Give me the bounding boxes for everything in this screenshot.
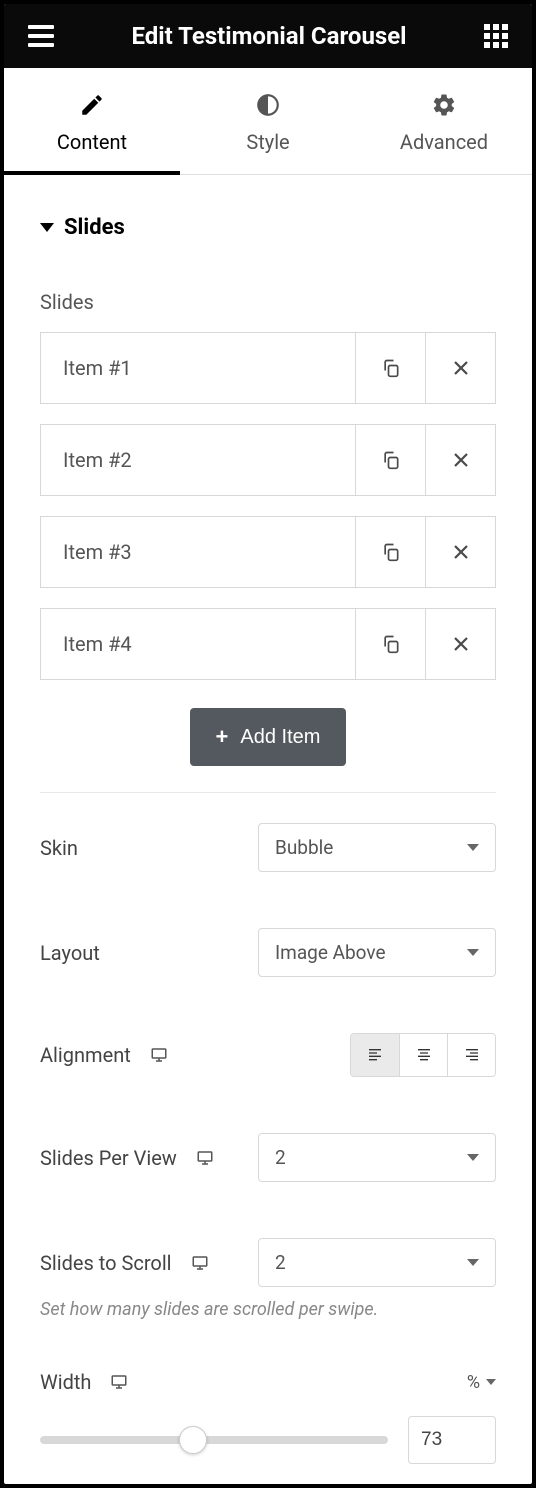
section-title: Slides (64, 215, 125, 240)
remove-button[interactable] (425, 609, 495, 679)
item-name[interactable]: Item #1 (41, 333, 355, 403)
tab-content[interactable]: Content (4, 68, 180, 174)
pencil-icon (79, 92, 105, 118)
item-name[interactable]: Item #2 (41, 425, 355, 495)
slides-to-scroll-label: Slides to Scroll (40, 1251, 172, 1275)
chevron-down-icon (467, 1259, 479, 1266)
list-item: Item #3 (40, 516, 496, 588)
tab-label: Content (57, 130, 127, 154)
editor-panel: Edit Testimonial Carousel Content Style … (4, 4, 532, 1484)
skin-select[interactable]: Bubble (258, 823, 496, 872)
width-label: Width (40, 1370, 91, 1394)
width-slider-row (40, 1416, 496, 1464)
item-name[interactable]: Item #3 (41, 517, 355, 587)
select-value: 2 (275, 1146, 286, 1169)
plus-icon: + (216, 724, 229, 750)
slides-per-view-select[interactable]: 2 (258, 1133, 496, 1182)
tabs: Content Style Advanced (4, 68, 532, 175)
desktop-icon[interactable] (149, 1046, 169, 1064)
slides-to-scroll-control: Slides to Scroll 2 (40, 1238, 496, 1287)
slides-per-view-control: Slides Per View 2 (40, 1133, 496, 1182)
duplicate-button[interactable] (355, 425, 425, 495)
add-item-label: Add Item (240, 726, 320, 749)
copy-icon (381, 357, 401, 379)
tab-style[interactable]: Style (180, 68, 356, 174)
caret-down-icon (40, 223, 54, 232)
list-item: Item #2 (40, 424, 496, 496)
slides-label: Slides (40, 290, 496, 314)
select-value: 2 (275, 1251, 286, 1274)
content-area: Slides Slides Item #1 Item #2 (4, 175, 532, 1484)
panel-title: Edit Testimonial Carousel (54, 22, 484, 50)
list-item: Item #4 (40, 608, 496, 680)
close-icon (452, 543, 470, 561)
remove-button[interactable] (425, 425, 495, 495)
menu-icon[interactable] (28, 25, 54, 47)
remove-button[interactable] (425, 333, 495, 403)
slides-items-list: Item #1 Item #2 Item #3 (40, 332, 496, 680)
gear-icon (431, 92, 457, 118)
unit-value: % (467, 1372, 480, 1393)
select-value: Bubble (275, 836, 333, 859)
add-item-button[interactable]: + Add Item (190, 708, 347, 766)
close-icon (452, 451, 470, 469)
duplicate-button[interactable] (355, 609, 425, 679)
chevron-down-icon (467, 949, 479, 956)
duplicate-button[interactable] (355, 517, 425, 587)
copy-icon (381, 541, 401, 563)
duplicate-button[interactable] (355, 333, 425, 403)
align-right-button[interactable] (447, 1034, 495, 1076)
slides-to-scroll-helper: Set how many slides are scrolled per swi… (40, 1299, 496, 1320)
layout-select[interactable]: Image Above (258, 928, 496, 977)
close-icon (452, 359, 470, 377)
apps-icon[interactable] (484, 24, 508, 48)
list-item: Item #1 (40, 332, 496, 404)
chevron-down-icon (467, 1154, 479, 1161)
tab-advanced[interactable]: Advanced (356, 68, 532, 174)
remove-button[interactable] (425, 517, 495, 587)
item-name[interactable]: Item #4 (41, 609, 355, 679)
width-slider[interactable] (40, 1436, 388, 1444)
copy-icon (381, 449, 401, 471)
alignment-control: Alignment (40, 1033, 496, 1077)
panel-header: Edit Testimonial Carousel (4, 4, 532, 68)
close-icon (452, 635, 470, 653)
alignment-group (350, 1033, 496, 1077)
align-center-button[interactable] (399, 1034, 447, 1076)
width-control-header: Width % (40, 1370, 496, 1394)
select-value: Image Above (275, 941, 386, 964)
skin-label: Skin (40, 836, 78, 860)
align-right-icon (462, 1047, 482, 1063)
align-left-button[interactable] (351, 1034, 399, 1076)
width-unit-select[interactable]: % (467, 1372, 496, 1393)
chevron-down-icon (486, 1379, 496, 1385)
align-center-icon (414, 1047, 434, 1063)
skin-control: Skin Bubble (40, 823, 496, 872)
divider (40, 792, 496, 793)
slider-thumb[interactable] (179, 1426, 207, 1454)
desktop-icon[interactable] (190, 1254, 210, 1272)
slides-to-scroll-select[interactable]: 2 (258, 1238, 496, 1287)
contrast-icon (255, 92, 281, 118)
layout-control: Layout Image Above (40, 928, 496, 977)
tab-label: Style (246, 130, 289, 154)
section-slides-header[interactable]: Slides (40, 215, 496, 240)
tab-label: Advanced (400, 130, 488, 154)
desktop-icon[interactable] (195, 1149, 215, 1167)
desktop-icon[interactable] (109, 1373, 129, 1391)
copy-icon (381, 633, 401, 655)
width-input[interactable] (408, 1416, 496, 1464)
alignment-label: Alignment (40, 1043, 131, 1067)
layout-label: Layout (40, 941, 100, 965)
align-left-icon (365, 1047, 385, 1063)
chevron-down-icon (467, 844, 479, 851)
slides-per-view-label: Slides Per View (40, 1146, 177, 1170)
